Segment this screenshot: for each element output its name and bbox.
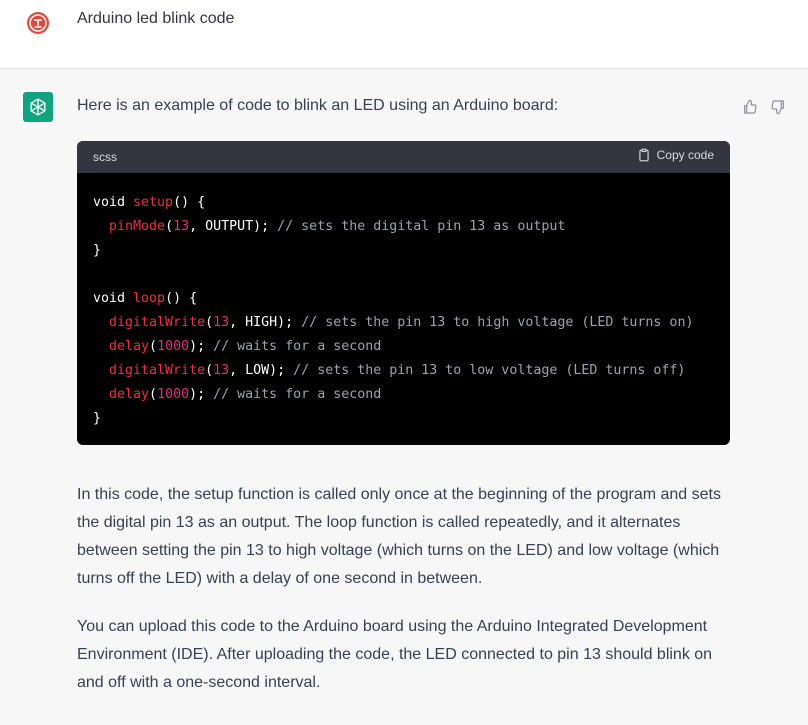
code-function: delay xyxy=(109,339,150,354)
code-token: , LOW); xyxy=(229,363,294,378)
code-line: } xyxy=(93,407,714,431)
thumbs-up-button[interactable] xyxy=(740,97,760,117)
code-comment: // waits for a second xyxy=(213,339,382,354)
code-comment: // waits for a second xyxy=(213,387,382,402)
user-message-text: Arduino led blink code xyxy=(77,10,235,27)
code-token: , HIGH); xyxy=(229,315,302,330)
code-token: } xyxy=(93,411,102,426)
code-token: () { xyxy=(173,195,206,210)
user-message-row: Arduino led blink code xyxy=(0,0,808,69)
copy-code-button[interactable]: Copy code xyxy=(637,148,714,162)
code-comment: // sets the pin 13 to high voltage (LED … xyxy=(301,315,694,330)
code-token: void xyxy=(93,291,134,306)
code-function: loop xyxy=(133,291,166,306)
code-token: ); xyxy=(189,387,214,402)
code-function: digitalWrite xyxy=(109,315,206,330)
code-token: () { xyxy=(165,291,198,306)
copy-code-label: Copy code xyxy=(656,148,714,162)
code-token: ( xyxy=(205,315,214,330)
clipboard-icon xyxy=(638,148,649,162)
code-number: 13 xyxy=(213,363,230,378)
code-block: scss Copy code void setup() { pinMode(13… xyxy=(77,141,730,445)
code-function: setup xyxy=(133,195,174,210)
code-content: void setup() { pinMode(13, OUTPUT); // s… xyxy=(77,173,730,431)
code-token: ( xyxy=(149,339,158,354)
code-comment: // sets the pin 13 to low voltage (LED t… xyxy=(293,363,686,378)
code-number: 1000 xyxy=(157,339,190,354)
code-line: pinMode(13, OUTPUT); // sets the digital… xyxy=(93,215,714,239)
code-line: digitalWrite(13, LOW); // sets the pin 1… xyxy=(93,359,714,383)
code-line: digitalWrite(13, HIGH); // sets the pin … xyxy=(93,311,714,335)
code-line: delay(1000); // waits for a second xyxy=(93,335,714,359)
code-line: delay(1000); // waits for a second xyxy=(93,383,714,407)
assistant-avatar xyxy=(23,92,53,122)
code-line: void setup() { xyxy=(93,191,714,215)
openai-logo-icon xyxy=(30,98,46,116)
code-line: void loop() { xyxy=(93,287,714,311)
code-token: ( xyxy=(149,387,158,402)
user-avatar-icon xyxy=(27,12,49,34)
code-token: ( xyxy=(165,219,174,234)
code-line: } xyxy=(93,239,714,263)
code-function: delay xyxy=(109,387,150,402)
code-token: } xyxy=(93,243,102,258)
code-token: void xyxy=(93,195,134,210)
thumbs-down-button[interactable] xyxy=(768,97,788,117)
code-number: 13 xyxy=(213,315,230,330)
thumbs-down-icon xyxy=(771,100,784,115)
assistant-intro-text: Here is an example of code to blink an L… xyxy=(77,97,559,114)
code-number: 1000 xyxy=(157,387,190,402)
code-number: 13 xyxy=(173,219,190,234)
assistant-message-row: Here is an example of code to blink an L… xyxy=(0,69,808,725)
code-token: ( xyxy=(205,363,214,378)
code-token: , OUTPUT); xyxy=(189,219,278,234)
code-block-header: scss Copy code xyxy=(77,141,730,173)
user-avatar xyxy=(23,8,53,38)
code-language-label: scss xyxy=(93,150,117,164)
code-token: ); xyxy=(189,339,214,354)
upload-paragraph: You can upload this code to the Arduino … xyxy=(77,618,713,691)
thumbs-up-icon xyxy=(744,99,757,114)
explanation-paragraph: In this code, the setup function is call… xyxy=(77,486,721,587)
code-comment: // sets the digital pin 13 as output xyxy=(277,219,566,234)
code-function: pinMode xyxy=(109,219,166,234)
code-function: digitalWrite xyxy=(109,363,206,378)
